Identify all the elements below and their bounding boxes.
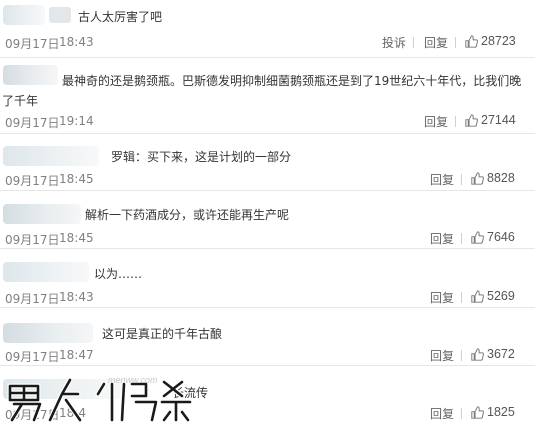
username-blurred	[3, 146, 99, 166]
thumbs-up-icon[interactable]	[465, 35, 478, 48]
watermark-logo	[7, 377, 193, 423]
report-button[interactable]: 投诉	[382, 34, 406, 51]
comment-time: 18:45	[59, 172, 94, 186]
divider	[413, 37, 414, 48]
thumbs-up-icon[interactable]	[471, 290, 484, 303]
divider	[461, 408, 462, 419]
comment-date: 09月17日	[5, 350, 60, 364]
comment-time: 18:43	[59, 35, 94, 49]
comment-text: 解析一下药酒成分，或许还能再生产呢	[85, 208, 290, 222]
reply-button[interactable]: 回复	[424, 34, 448, 51]
reply-button[interactable]: 回复	[430, 347, 454, 364]
comment-date: 09月17日	[5, 292, 60, 306]
comment-text: 罗辑：买下来，这是计划的一部分	[111, 150, 292, 164]
comment-item: 以为…… 09月17日 18:43 回复 5269	[0, 248, 535, 308]
divider	[461, 350, 462, 361]
comment-item: 这可是真正的千年古酿 09月17日 18:47 回复 3672	[0, 307, 535, 366]
comment-item: 解析一下药酒成分，或许还能再生产呢 09月17日 18:45 回复 7646	[0, 190, 535, 249]
comment-time: 19:14	[59, 114, 94, 128]
divider	[461, 233, 462, 244]
username-blurred	[3, 204, 81, 224]
comment-time: 18:45	[59, 231, 94, 245]
username-blurred	[3, 262, 89, 282]
comment-date: 09月17日	[5, 174, 60, 188]
reply-button[interactable]: 回复	[430, 405, 454, 422]
divider	[455, 116, 456, 127]
username-blurred	[3, 323, 93, 343]
reply-button[interactable]: 回复	[430, 171, 454, 188]
like-count: 1825	[487, 405, 515, 419]
watermark-url: menww.com	[108, 375, 158, 385]
comment-item: 最神奇的还是鹅颈瓶。巴斯德发明抑制细菌鹅颈瓶还是到了19世纪六十年代，比我们晚了…	[0, 57, 535, 134]
comment-item: 罗辑：买下来，这是计划的一部分 09月17日 18:45 回复 8828	[0, 133, 535, 191]
comment-date: 09月17日	[5, 37, 60, 51]
comment-text: 这可是真正的千年古酿	[102, 327, 223, 341]
divider	[461, 292, 462, 303]
like-count: 3672	[487, 347, 515, 361]
like-count: 5269	[487, 289, 515, 303]
comment-item: 古人太厉害了吧 09月17日 18:43 投诉 回复 28723	[0, 0, 535, 58]
thumbs-up-icon[interactable]	[471, 172, 484, 185]
divider	[461, 174, 462, 185]
like-count: 28723	[481, 34, 516, 48]
comment-text: 以为……	[94, 267, 143, 281]
comment-time: 18:43	[59, 290, 94, 304]
thumbs-up-icon[interactable]	[465, 114, 478, 127]
divider	[455, 37, 456, 48]
username-blurred	[3, 5, 71, 25]
thumbs-up-icon[interactable]	[471, 231, 484, 244]
reply-button[interactable]: 回复	[430, 289, 454, 306]
like-count: 7646	[487, 230, 515, 244]
thumbs-up-icon[interactable]	[471, 348, 484, 361]
reply-button[interactable]: 回复	[424, 113, 448, 130]
comment-date: 09月17日	[5, 116, 60, 130]
reply-button[interactable]: 回复	[430, 230, 454, 247]
comment-text: 古人太厉害了吧	[78, 10, 163, 24]
comment-time: 18:47	[59, 348, 94, 362]
like-count: 8828	[487, 171, 515, 185]
comment-text: 最神奇的还是鹅颈瓶。巴斯德发明抑制细菌鹅颈瓶还是到了19世纪六十年代，比我们晚了…	[2, 74, 522, 108]
thumbs-up-icon[interactable]	[471, 406, 484, 419]
comment-date: 09月17日	[5, 233, 60, 247]
like-count: 27144	[481, 113, 516, 127]
